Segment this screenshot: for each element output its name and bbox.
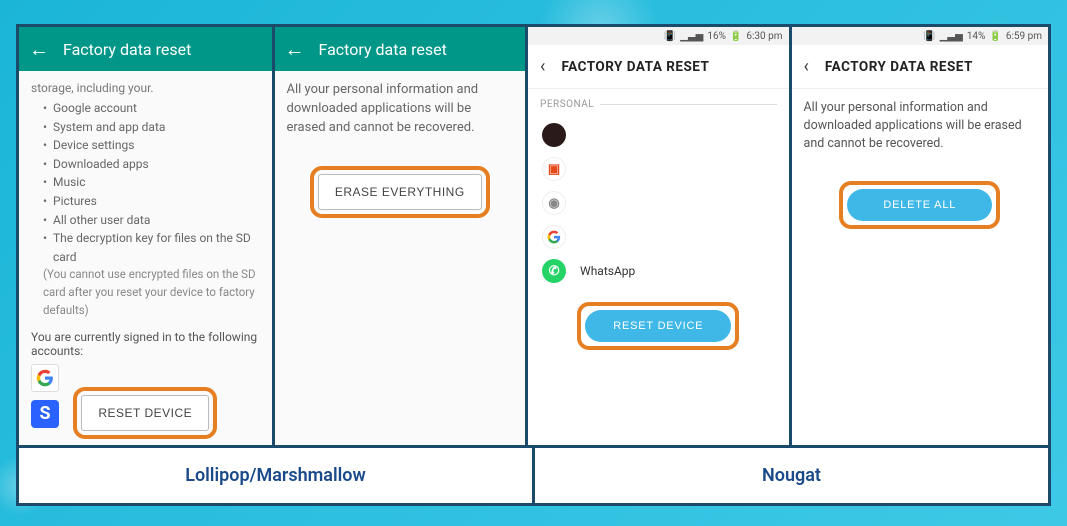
app-header: ← Factory data reset [19, 27, 272, 71]
app-row [540, 220, 776, 254]
list-item: Music [43, 173, 260, 192]
reset-device-button[interactable]: RESET DEVICE [81, 395, 209, 431]
battery-level: 14% [967, 31, 986, 42]
list-item: System and app data [43, 118, 260, 137]
app-row: ▣ [540, 152, 776, 186]
back-chevron-icon[interactable]: ‹ [540, 56, 545, 77]
app-header: ‹ FACTORY DATA RESET [792, 45, 1048, 89]
header-title: Factory data reset [319, 40, 447, 59]
back-chevron-icon[interactable]: ‹ [804, 56, 809, 77]
back-arrow-icon[interactable]: ← [29, 37, 49, 62]
list-item: Device settings [43, 136, 260, 155]
list-item: Downloaded apps [43, 155, 260, 174]
highlight-annotation: DELETE ALL [839, 181, 1000, 229]
delete-all-button[interactable]: DELETE ALL [847, 189, 992, 221]
signed-in-text: You are currently signed in to the follo… [31, 330, 260, 358]
header-title: FACTORY DATA RESET [825, 59, 973, 75]
battery-level: 16% [707, 31, 726, 42]
vibrate-icon: 📳 [923, 31, 935, 42]
screenshot-panel-nougat-list: 📳 ▁▃▅ 16% 🔋 6:30 pm ‹ FACTORY DATA RESET… [528, 27, 791, 445]
app-row: ✆ WhatsApp [540, 254, 776, 288]
whatsapp-icon: ✆ [542, 259, 566, 283]
status-bar: 📳 ▁▃▅ 16% 🔋 6:30 pm [528, 27, 788, 45]
list-item: Google account [43, 99, 260, 118]
vibrate-icon: 📳 [664, 31, 676, 42]
screenshot-panel-marshmallow-list: ← Factory data reset storage, including … [19, 27, 275, 445]
signal-icon: ▁▃▅ [940, 31, 963, 42]
section-label: PERSONAL [540, 99, 776, 110]
caption-left: Lollipop/Marshmallow [19, 448, 535, 503]
clock: 6:30 pm [746, 31, 782, 42]
clock: 6:59 pm [1006, 31, 1042, 42]
google-icon [542, 225, 566, 249]
battery-icon: 🔋 [989, 31, 1001, 42]
data-list: Google account System and app data Devic… [43, 99, 260, 320]
back-arrow-icon[interactable]: ← [285, 37, 305, 62]
header-title: Factory data reset [63, 40, 191, 59]
highlight-annotation: RESET DEVICE [577, 302, 739, 350]
list-item: Pictures [43, 192, 260, 211]
app-name: WhatsApp [580, 264, 635, 278]
truncated-text: storage, including your. [31, 81, 260, 95]
warning-message: All your personal information and downlo… [804, 99, 1036, 153]
screenshot-panel-nougat-confirm: 📳 ▁▃▅ 14% 🔋 6:59 pm ‹ FACTORY DATA RESET… [792, 27, 1048, 445]
list-item: The decryption key for files on the SD c… [43, 229, 260, 266]
app-header: ← Factory data reset [275, 27, 526, 71]
office-icon: ▣ [542, 157, 566, 181]
app-icon [542, 123, 566, 147]
app-header: ‹ FACTORY DATA RESET [528, 45, 788, 89]
status-bar: 📳 ▁▃▅ 14% 🔋 6:59 pm [792, 27, 1048, 45]
battery-icon: 🔋 [730, 31, 742, 42]
screenshot-panel-marshmallow-confirm: ← Factory data reset All your personal i… [275, 27, 529, 445]
highlight-annotation: RESET DEVICE [73, 387, 217, 439]
warning-message: All your personal information and downlo… [287, 81, 514, 138]
reset-device-button[interactable]: RESET DEVICE [585, 310, 731, 342]
caption-row: Lollipop/Marshmallow Nougat [16, 448, 1051, 506]
header-title: FACTORY DATA RESET [561, 59, 709, 75]
app-row [540, 118, 776, 152]
caption-right: Nougat [535, 448, 1048, 503]
app-row: ◉ [540, 186, 776, 220]
erase-everything-button[interactable]: ERASE EVERYTHING [318, 174, 482, 210]
list-item: All other user data [43, 211, 260, 230]
generic-app-icon: ◉ [542, 191, 566, 215]
list-note: (You cannot use encrypted files on the S… [43, 266, 260, 319]
highlight-annotation: ERASE EVERYTHING [310, 166, 490, 218]
signal-icon: ▁▃▅ [680, 31, 703, 42]
